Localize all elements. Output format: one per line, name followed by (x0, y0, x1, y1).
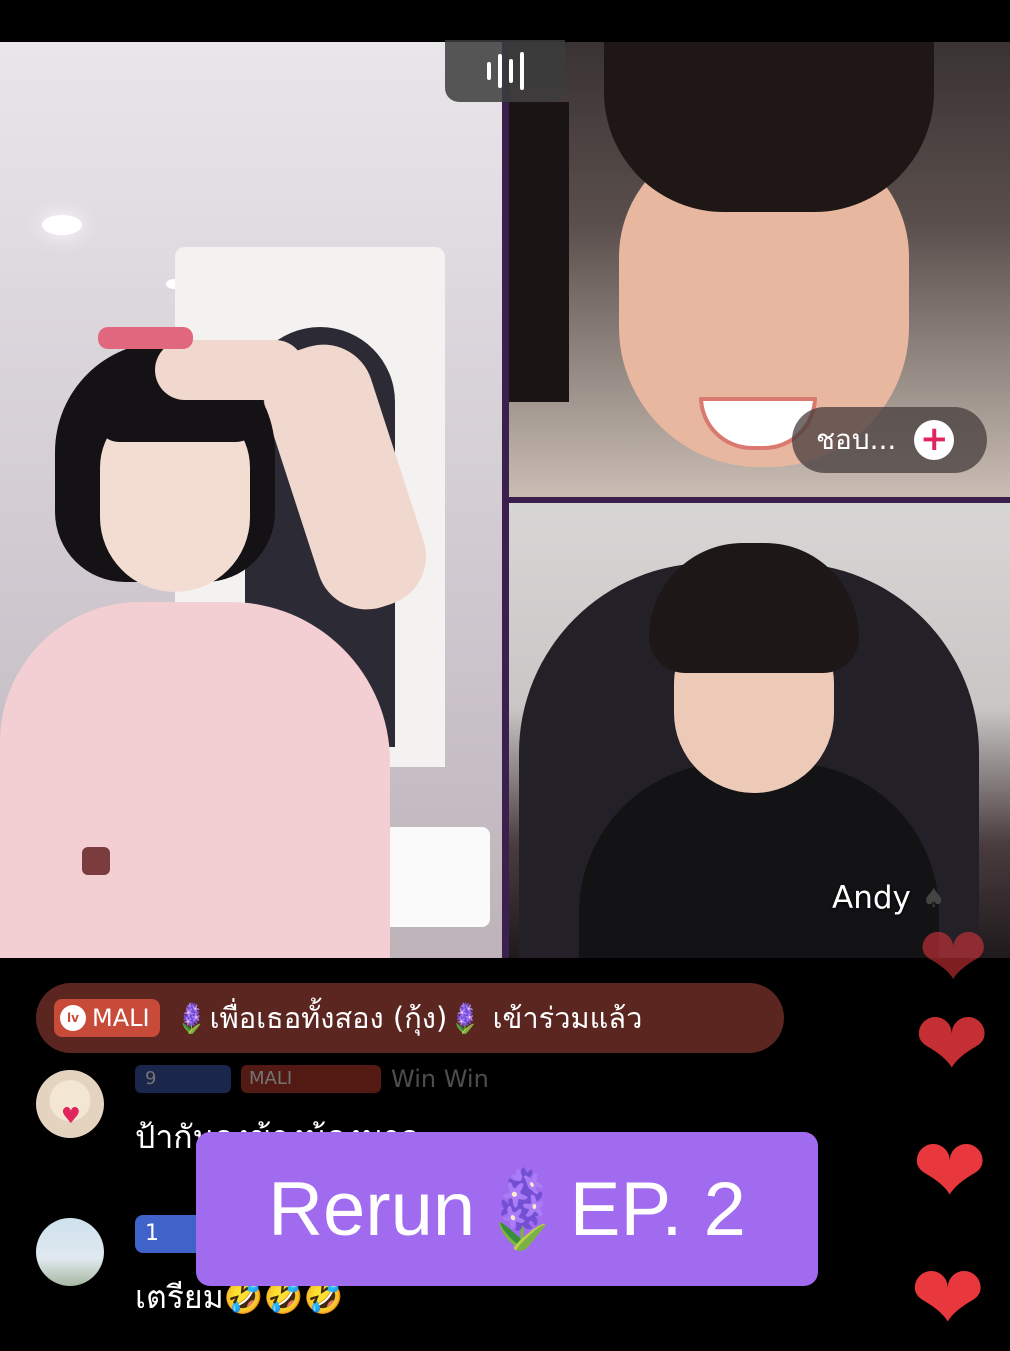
like-follow-pill[interactable]: ชอบ... + (792, 407, 987, 473)
guest-2-hair (649, 543, 859, 673)
like-label: ชอบ... (816, 423, 897, 456)
join-banner: lv MALI 🪻เพื่อเธอทั้งสอง (กุ้ง)🪻 เข้าร่ว… (36, 983, 784, 1053)
heart-icon: ❤ (912, 1119, 988, 1224)
fan-tag: MALI (241, 1065, 381, 1093)
curtain (509, 102, 569, 402)
top-bar (0, 0, 1010, 42)
shirt-logo (82, 847, 110, 875)
guest-name-label: Andy (832, 880, 911, 916)
join-text: 🪻เพื่อเธอทั้งสอง (กุ้ง)🪻 เข้าร่วมแล้ว (173, 1001, 643, 1035)
audio-bar (508, 59, 513, 83)
plus-icon[interactable]: + (914, 420, 955, 460)
badge-label: MALI (92, 1004, 150, 1032)
audio-bar (497, 54, 502, 88)
audio-bar (486, 62, 491, 80)
level-badge: 1 (135, 1215, 205, 1253)
host-torso (0, 602, 390, 958)
level-badge: 9 (135, 1065, 231, 1093)
heart-icon: ❤ (914, 992, 990, 1097)
ceiling-lamp (42, 215, 82, 235)
title-text: Rerun🪻EP. 2 (268, 1167, 746, 1252)
avatar[interactable] (36, 1218, 104, 1286)
audio-bar (519, 52, 524, 90)
guest-1-hair (604, 42, 934, 212)
comment-username: Win Win (391, 1065, 489, 1093)
heart-icon: ❤ (918, 908, 989, 1006)
audio-bars-icon[interactable] (445, 40, 565, 102)
sunglasses (98, 327, 193, 349)
comment-meta: 9 MALI Win Win (135, 1064, 489, 1094)
comment-meta: 1 (135, 1214, 205, 1254)
host-video-tile[interactable] (0, 42, 502, 958)
tile-divider (502, 42, 509, 958)
level-icon: lv (60, 1005, 86, 1031)
heart-icon: ♥ (61, 1104, 81, 1129)
heart-icon: ❤ (910, 1246, 986, 1351)
host-hand (155, 340, 305, 400)
rerun-title-card: Rerun🪻EP. 2 (196, 1132, 818, 1286)
user-badge: lv MALI (54, 999, 160, 1037)
